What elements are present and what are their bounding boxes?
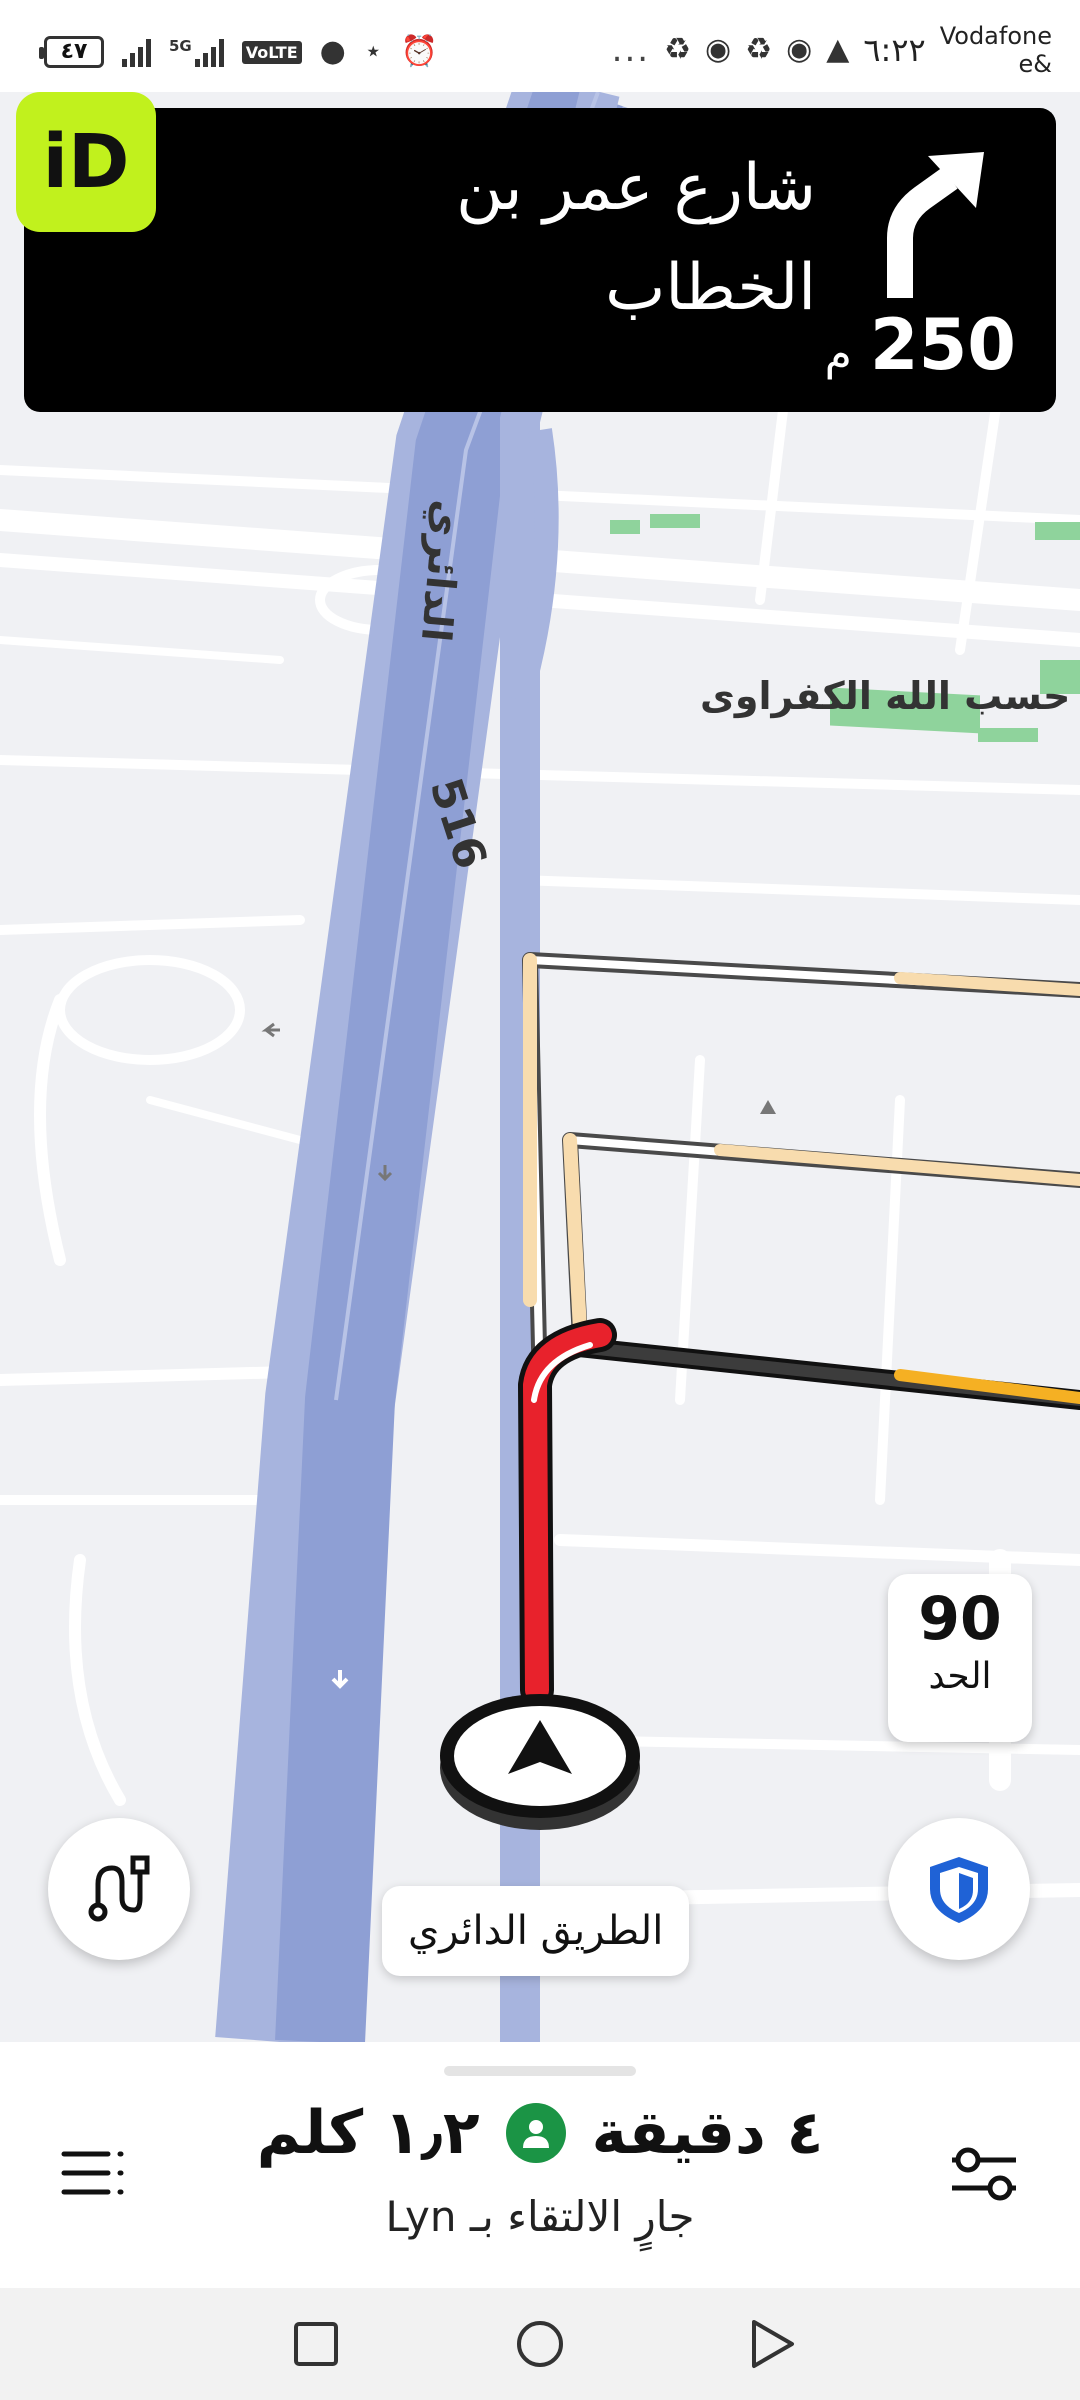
maneuver-distance: م 250 (824, 304, 1016, 386)
slight-right-arrow-icon (887, 152, 984, 298)
trip-distance: ١٫٢ كلم (256, 2098, 480, 2168)
app-notification-icon: ♻ (664, 32, 691, 67)
maneuver-banner[interactable]: شارع عمر بن الخطاب م 250 (24, 108, 1056, 412)
route-options-icon (88, 1855, 150, 1922)
home-button[interactable] (512, 2316, 568, 2372)
street-label: ر حسب الله الكفراوى (700, 674, 1080, 718)
app-logo[interactable]: iD (16, 92, 156, 232)
speed-limit-sign: 90 الحد (888, 1574, 1032, 1742)
drag-handle[interactable] (444, 2066, 636, 2076)
signal-5g-icon: 5G (169, 37, 224, 67)
current-location-puck (440, 1694, 640, 1830)
route-options-button[interactable] (48, 1818, 190, 1960)
safety-button[interactable] (888, 1818, 1030, 1960)
signal-icon (122, 37, 151, 67)
shield-icon (930, 1857, 988, 1923)
carrier-name: Vodafone e& (939, 22, 1052, 78)
battery-icon: ٤٧ (39, 36, 104, 68)
trip-bottom-sheet[interactable]: ٤ دقيقة ١٫٢ كلم جارٍ الالتقاء بـ Lyn (0, 2042, 1080, 2288)
trip-duration: ٤ دقيقة (591, 2098, 824, 2168)
app-notification-icon-2: ♻ (745, 32, 773, 67)
trip-status: جارٍ الالتقاء بـ Lyn (385, 2192, 695, 2241)
current-road-label: الطريق الدائري (382, 1886, 690, 1976)
passenger-icon (505, 2103, 566, 2163)
location-icon: ● (319, 34, 346, 69)
bluetooth-icon: ⋆ (363, 34, 383, 69)
menu-icon[interactable] (58, 2138, 128, 2208)
status-bar: ٤٧ 5G VoLTE ● ⋆ ⏰ ... ♻ ◉ ♻ ◉ ▲ ٦:٢٢ Vod… (0, 0, 1080, 92)
navigation-icon: ▲ (826, 32, 850, 67)
indrive-notification-icon: ◉ (705, 32, 732, 67)
more-notifications-icon: ... (611, 30, 651, 70)
back-button[interactable] (744, 2316, 800, 2372)
trip-summary: ٤ دقيقة ١٫٢ كلم (200, 2098, 880, 2168)
facebook-icon: ◉ (786, 32, 813, 67)
recent-apps-button[interactable] (288, 2316, 344, 2372)
maneuver-street-name: شارع عمر بن الخطاب (456, 151, 816, 325)
volte-icon: VoLTE (241, 40, 302, 64)
settings-sliders-icon[interactable] (944, 2134, 1024, 2214)
clock: ٦:٢٢ (863, 31, 926, 69)
alarm-icon: ⏰ (400, 34, 438, 69)
system-navigation-bar (0, 2288, 1080, 2400)
